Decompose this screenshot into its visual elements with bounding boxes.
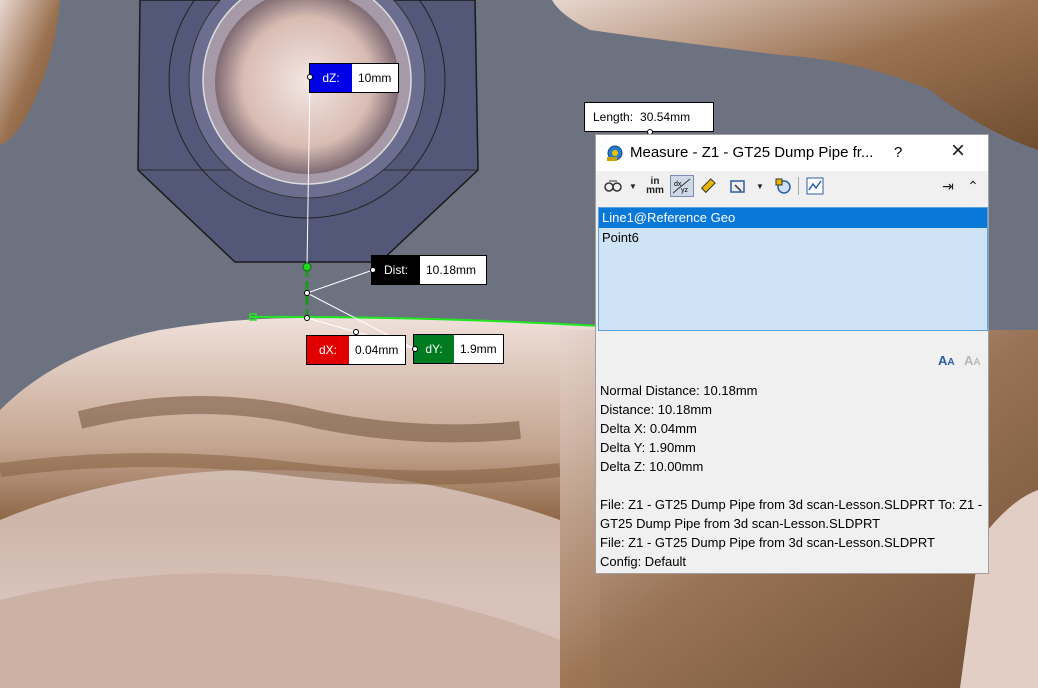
file-result: File: Z1 - GT25 Dump Pipe from 3d scan-L…	[600, 535, 935, 550]
callout-anchor-mid[interactable]	[304, 290, 310, 296]
measure-point	[302, 262, 312, 272]
delta-y-result: Delta Y: 1.90mm	[600, 440, 696, 455]
sensor-graph-icon	[806, 177, 824, 195]
dist-value: 10.18mm	[420, 256, 483, 284]
svg-text:yz: yz	[681, 187, 689, 194]
selection-item[interactable]: Line1@Reference Geo	[599, 208, 987, 228]
dist-label: Dist:	[372, 256, 420, 284]
selection-list[interactable]: Line1@Reference Geo Point6	[598, 207, 988, 331]
config-result: Config: Default	[600, 554, 686, 569]
distance-result: Distance: 10.18mm	[600, 402, 712, 417]
dz-value: 10mm	[352, 64, 398, 92]
projected-on-button[interactable]	[727, 175, 749, 197]
chevron-up-icon: ⌃	[967, 177, 979, 194]
chevron-down-icon: ▼	[629, 181, 637, 191]
dx-label: dX:	[307, 336, 349, 364]
xyz-measurement-icon: dxyz	[673, 178, 691, 194]
pin-icon: ⇥	[942, 177, 954, 194]
arc-options-dropdown[interactable]: ▼	[628, 175, 638, 197]
callout-anchor-dist[interactable]	[370, 267, 376, 273]
measure-dialog[interactable]: Measure - Z1 - GT25 Dump Pipe fr... ? × …	[595, 134, 989, 574]
close-button[interactable]: ×	[951, 139, 965, 163]
callout-anchor-dx[interactable]	[353, 329, 359, 335]
dialog-title: Measure - Z1 - GT25 Dump Pipe fr...	[630, 144, 874, 161]
dy-callout[interactable]: dY: 1.9mm	[413, 334, 504, 364]
length-callout[interactable]: Length: 30.54mm	[584, 102, 714, 132]
ruler-icon	[700, 178, 716, 194]
mesh-top-left	[0, 0, 60, 145]
measurement-history-button[interactable]	[772, 175, 794, 197]
length-value: 30.54mm	[638, 103, 697, 131]
dialog-titlebar[interactable]: Measure - Z1 - GT25 Dump Pipe fr... ? ×	[596, 135, 988, 171]
normal-distance-result: Normal Distance: 10.18mm	[600, 383, 758, 398]
units-mm-label: mm	[646, 185, 664, 196]
dy-label: dY:	[414, 335, 454, 363]
projection-dropdown[interactable]: ▼	[755, 175, 765, 197]
measure-toolbar: ▼ in mm dx yz ▼ ⇥ ⌃	[596, 171, 988, 201]
point-to-point-button[interactable]	[697, 175, 719, 197]
file-to-result: File: Z1 - GT25 Dump Pipe from 3d scan-L…	[600, 497, 983, 531]
delta-z-result: Delta Z: 10.00mm	[600, 459, 704, 474]
chevron-down-icon: ▼	[756, 181, 764, 191]
arc-circle-icon	[604, 180, 622, 192]
dy-value: 1.9mm	[454, 335, 503, 363]
increase-font-button[interactable]: AA	[938, 353, 955, 368]
units-precision-button[interactable]: in mm	[644, 175, 666, 197]
font-size-increase-icon: AA	[938, 353, 955, 368]
callout-anchor-dy[interactable]	[412, 346, 418, 352]
pin-dialog-button[interactable]: ⇥	[938, 175, 958, 197]
callout-anchor-dz[interactable]	[307, 74, 313, 80]
length-label: Length:	[593, 110, 634, 124]
dist-callout[interactable]: Dist: 10.18mm	[371, 255, 487, 285]
dx-value: 0.04mm	[349, 336, 405, 364]
projection-icon	[730, 180, 745, 193]
measurement-results: Normal Distance: 10.18mm Distance: 10.18…	[600, 381, 988, 571]
delta-x-result: Delta X: 0.04mm	[600, 421, 697, 436]
dz-callout[interactable]: dZ: 10mm	[309, 63, 399, 93]
decrease-font-button[interactable]: AA	[964, 353, 981, 368]
arc-circle-options-button[interactable]	[602, 175, 624, 197]
show-xyz-button[interactable]: dx yz	[670, 175, 694, 197]
collapse-dialog-button[interactable]: ⌃	[964, 175, 982, 197]
font-size-decrease-icon: AA	[964, 353, 981, 368]
callout-anchor-base[interactable]	[304, 315, 310, 321]
selection-item[interactable]: Point6	[599, 228, 987, 248]
dx-callout[interactable]: dX: 0.04mm	[306, 335, 406, 365]
measure-tool-icon	[607, 145, 623, 161]
history-icon	[775, 178, 791, 194]
dz-label: dZ:	[310, 64, 352, 92]
create-sensor-button[interactable]	[804, 175, 826, 197]
toolbar-separator	[798, 177, 799, 195]
help-button[interactable]: ?	[894, 144, 902, 161]
